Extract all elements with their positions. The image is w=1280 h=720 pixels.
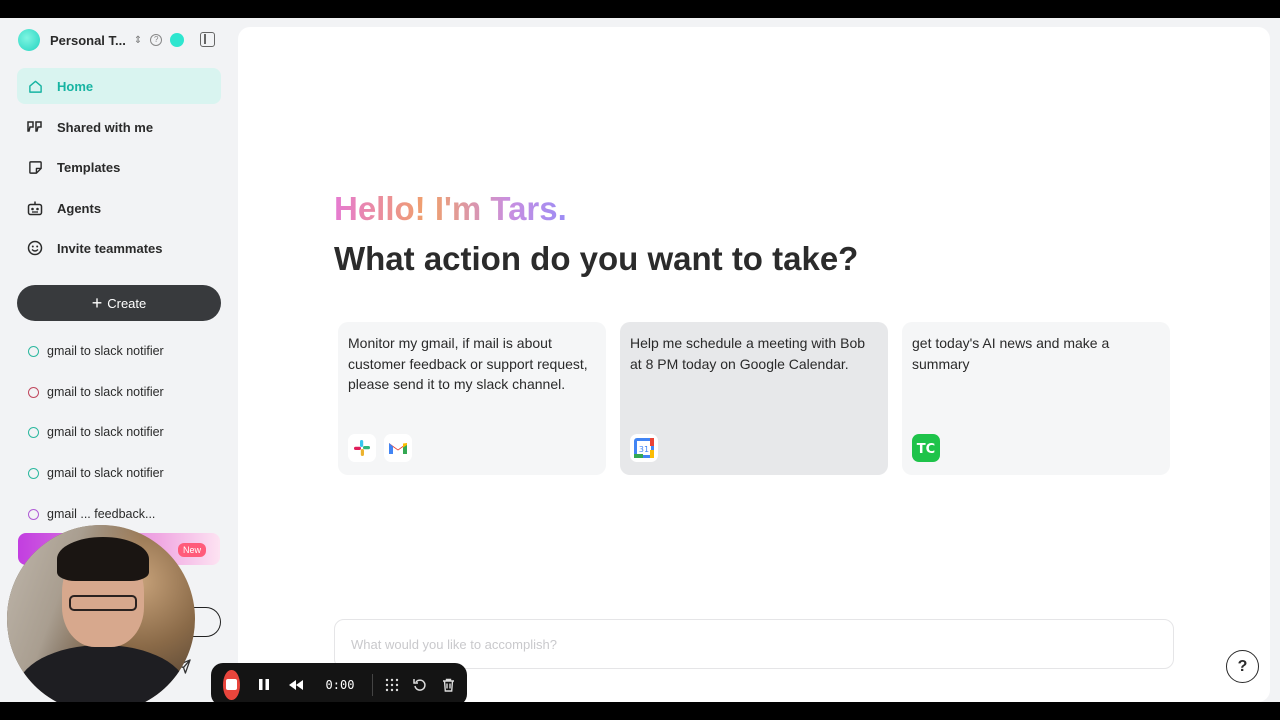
webcam-bubble[interactable] <box>7 525 195 702</box>
stop-icon <box>225 679 237 690</box>
webcam-person-hair <box>57 537 149 581</box>
collapse-sidebar-icon[interactable] <box>200 32 215 47</box>
sidebar-item-agents[interactable]: Agents <box>17 190 221 226</box>
suggestion-card[interactable]: get today's AI news and make a summary T… <box>902 322 1170 475</box>
smiley-icon <box>27 240 43 256</box>
status-ring-icon <box>28 345 39 357</box>
calendar-day: 31 <box>639 445 649 454</box>
workspace-name: Personal T... <box>50 32 126 48</box>
history-item[interactable]: gmail to slack notifier <box>28 341 223 361</box>
sidebar-item-label: Invite teammates <box>57 240 163 256</box>
create-button[interactable]: + Create <box>17 285 221 321</box>
google-calendar-icon: 31 <box>630 434 658 462</box>
rewind-icon[interactable] <box>288 679 304 691</box>
quote-icon <box>27 119 43 135</box>
app-window: Personal T... ⇕ ? Home Shared with me Te… <box>0 18 1280 702</box>
history-item[interactable]: gmail ... feedback... <box>28 504 223 524</box>
sidebar-item-invite[interactable]: Invite teammates <box>17 230 221 266</box>
sidebar-item-label: Home <box>57 78 94 94</box>
status-ring-icon <box>28 508 39 520</box>
toolbar-divider <box>372 673 373 696</box>
app-icon-row: TC <box>912 434 940 462</box>
history-item-label: gmail to slack notifier <box>47 344 164 358</box>
history-item[interactable]: gmail to slack notifier <box>28 382 223 402</box>
suggestion-text: Monitor my gmail, if mail is about custo… <box>348 335 588 392</box>
recording-toolbar: 0:00 <box>211 663 467 702</box>
history-item-label: gmail to slack notifier <box>47 466 164 480</box>
restart-icon[interactable] <box>413 678 427 692</box>
webcam-person-glasses <box>69 595 137 611</box>
page-title: What action do you want to take? <box>334 240 859 277</box>
history-item[interactable]: gmail to slack notifier <box>28 463 223 483</box>
main-panel: Hello! I'm Tars. What action do you want… <box>238 27 1270 702</box>
robot-icon <box>27 200 43 216</box>
sticky-note-icon <box>27 159 43 175</box>
slack-icon <box>348 434 376 462</box>
gmail-icon <box>384 434 412 462</box>
sidebar-item-label: Shared with me <box>57 119 154 135</box>
recording-timer: 0:00 <box>325 677 355 692</box>
history-item-label: gmail to slack notifier <box>47 385 164 399</box>
chevron-up-down-icon[interactable]: ⇕ <box>134 35 142 46</box>
history-item-label: gmail to slack notifier <box>47 425 164 439</box>
sidebar-item-shared[interactable]: Shared with me <box>17 109 221 145</box>
home-icon <box>27 78 43 94</box>
stop-record-button[interactable] <box>223 669 240 700</box>
recording-tools <box>385 678 455 692</box>
suggestion-text: get today's AI news and make a summary <box>912 335 1110 372</box>
suggestion-text: Help me schedule a meeting with Bob at 8… <box>630 335 866 372</box>
prompt-input[interactable] <box>335 620 1173 668</box>
techcrunch-logo-text: TC <box>917 442 935 455</box>
trash-icon[interactable] <box>441 678 455 692</box>
sidebar-item-home[interactable]: Home <box>17 68 221 104</box>
suggestion-card[interactable]: Monitor my gmail, if mail is about custo… <box>338 322 606 475</box>
workspace-switcher[interactable]: Personal T... ⇕ ? <box>18 28 223 52</box>
history-item[interactable]: gmail to slack notifier <box>28 422 223 442</box>
plus-icon: + <box>91 293 103 313</box>
prompt-box <box>334 619 1174 669</box>
greeting-heading: Hello! I'm Tars. <box>334 190 567 227</box>
techcrunch-icon: TC <box>912 434 940 462</box>
suggestion-card[interactable]: Help me schedule a meeting with Bob at 8… <box>620 322 888 475</box>
pause-icon[interactable] <box>258 678 270 691</box>
app-icon-row <box>348 434 412 462</box>
help-circle-icon[interactable]: ? <box>150 34 163 46</box>
status-ring-icon <box>28 426 39 438</box>
help-button[interactable]: ? <box>1226 650 1259 683</box>
create-button-label: Create <box>107 295 147 311</box>
workspace-logo <box>18 29 40 51</box>
status-dot <box>170 33 185 47</box>
history-item-label: gmail ... feedback... <box>47 507 156 521</box>
status-ring-icon <box>28 467 39 479</box>
app-icon-row: 31 <box>630 434 658 462</box>
sidebar-item-templates[interactable]: Templates <box>17 149 221 185</box>
sidebar-item-label: Templates <box>57 159 121 175</box>
sidebar-item-label: Agents <box>57 200 102 216</box>
status-ring-icon <box>28 386 39 398</box>
grid-icon[interactable] <box>385 678 399 692</box>
